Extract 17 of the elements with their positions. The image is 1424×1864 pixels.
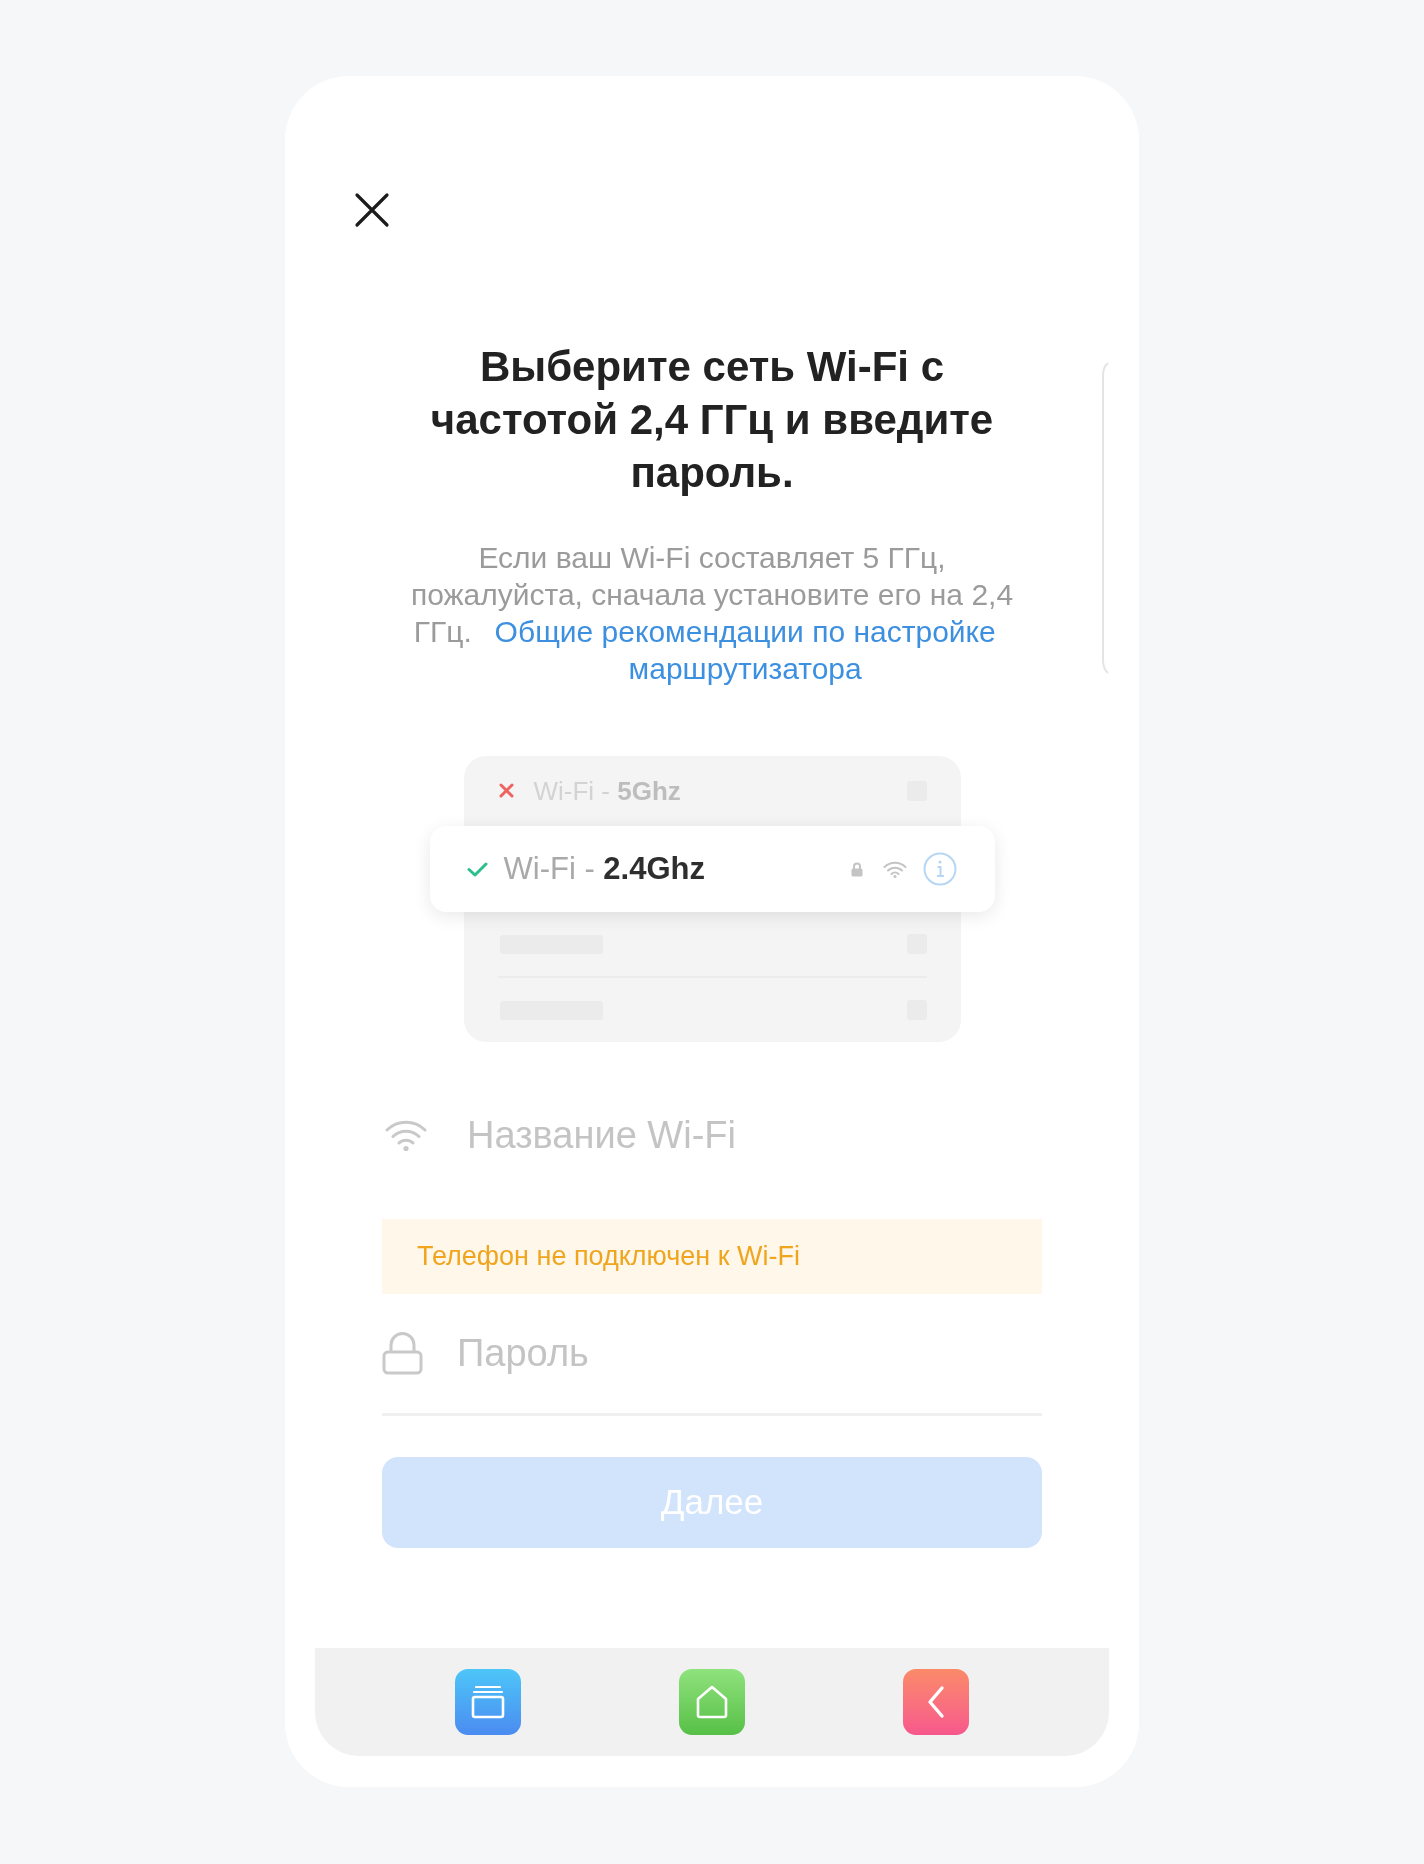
wifi-icon [385,1118,427,1152]
wifi-name-field[interactable]: Название Wi-Fi [467,1109,1037,1161]
router-settings-link[interactable]: Общие рекомендации по настройке маршрутизатора [480,613,1011,687]
lock-icon [850,861,863,877]
back-icon[interactable] [903,1669,969,1735]
recent-apps-icon[interactable] [455,1669,521,1735]
network-name: Wi-Fi - 2.4Ghz [503,851,705,888]
password-field[interactable]: Пароль [457,1327,1027,1380]
close-icon[interactable] [354,192,390,228]
home-icon[interactable] [679,1669,745,1735]
cross-icon [498,783,514,799]
warning-text: Телефон не подключен к Wi-Fi [417,1240,801,1274]
lock-icon [382,1332,423,1375]
description-text: Если ваш Wi-Fi составляет 5 ГГц, пожалуйста, сначала установите его на 2,4 ГГц. Общие рекомендации по настройке маршрутизатора [409,540,1015,687]
page-title: Выберите сеть Wi-Fi с частотой 2,4 ГГц и введите пароль. [429,342,995,498]
check-icon [466,861,488,877]
wifi-icon [882,860,907,878]
